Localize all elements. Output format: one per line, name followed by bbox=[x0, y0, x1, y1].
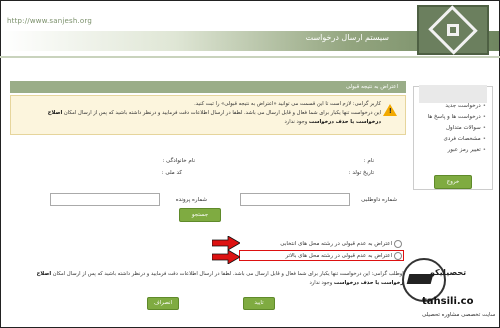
warning-text: کاربر گرامی: لازم است تا این قسمت می توا… bbox=[21, 100, 381, 127]
warning-line-1: کاربر گرامی: لازم است تا این قسمت می توا… bbox=[194, 101, 381, 107]
header-title: سیستم ارسال درخواست bbox=[305, 33, 389, 42]
bullet-icon: • bbox=[482, 103, 486, 109]
option-objection-selected[interactable]: اعتراض به عدم قبولی در رشته محل های انتخ… bbox=[240, 239, 404, 249]
bullet-icon: • bbox=[482, 136, 486, 142]
watermark-subtitle: سایت تخصصی مشاوره تحصیلی bbox=[422, 312, 496, 318]
logo-core-shape bbox=[447, 24, 459, 36]
name-label: نام : bbox=[363, 158, 374, 164]
bullet-icon: • bbox=[482, 147, 486, 153]
sidebar-item-label: تغییر رمز عبور bbox=[447, 147, 481, 153]
family-label: نام خانوادگی : bbox=[162, 158, 195, 164]
site-url: http://www.sanjesh.org bbox=[7, 17, 93, 25]
sanjesh-logo bbox=[417, 5, 489, 55]
bullet-icon: • bbox=[482, 114, 486, 120]
header-divider bbox=[0, 56, 500, 58]
highlight-box bbox=[239, 250, 404, 261]
option-label: اعتراض به عدم قبولی در رشته محل های انتخ… bbox=[280, 241, 392, 247]
exit-button[interactable]: خروج bbox=[434, 175, 472, 189]
bullet-icon: • bbox=[482, 125, 486, 131]
sidebar-item-label: سوالات متداول bbox=[446, 125, 481, 131]
birth-date-label: تاریخ تولد : bbox=[348, 170, 374, 176]
sidebar-item-profile[interactable]: •مشخصات فردی bbox=[428, 134, 486, 145]
right-arrow-icon bbox=[212, 250, 240, 264]
notice-text: داوطلب گرامی: این درخواست تنها یکبار برا… bbox=[36, 271, 406, 286]
panel-title: اعتراض به نتیجه قبولی bbox=[10, 81, 406, 93]
right-arrow-icon bbox=[212, 236, 240, 250]
watermark-site: tahsili.co bbox=[422, 296, 474, 307]
watermark: تحصیلیکو tahsili.co سایت تخصصی مشاوره تح… bbox=[402, 256, 498, 326]
sidebar-item-label: درخواست جدید bbox=[445, 103, 481, 109]
exclamation-icon: ! bbox=[388, 107, 392, 115]
national-code-label: کد ملی : bbox=[161, 170, 182, 176]
site-header: http://www.sanjesh.org سیستم ارسال درخوا… bbox=[1, 1, 499, 59]
sidebar-item-label: درخواست ها و پاسخ ها bbox=[427, 114, 481, 120]
sidebar-item-faq[interactable]: •سوالات متداول bbox=[428, 123, 486, 134]
file-number-label: شماره پرونده bbox=[175, 197, 207, 203]
confirm-button[interactable]: تایید bbox=[243, 297, 275, 310]
sidebar-item-change-password[interactable]: •تغییر رمز عبور bbox=[428, 145, 486, 156]
radio-button[interactable] bbox=[394, 240, 402, 248]
sidebar-item-new-request[interactable]: •درخواست جدید bbox=[428, 101, 486, 112]
watermark-brand: تحصیلیکو bbox=[430, 268, 467, 277]
warning-box: ! کاربر گرامی: لازم است تا این قسمت می ت… bbox=[10, 95, 406, 135]
search-button[interactable]: جستجو bbox=[179, 208, 221, 222]
sidebar-menu: •درخواست جدید •درخواست ها و پاسخ ها •سوا… bbox=[413, 85, 493, 190]
sidebar-item-requests[interactable]: •درخواست ها و پاسخ ها bbox=[428, 112, 486, 123]
volunteer-number-input[interactable] bbox=[240, 193, 350, 206]
file-number-input[interactable] bbox=[50, 193, 160, 206]
sidebar-item-label: مشخصات فردی bbox=[443, 136, 481, 142]
warning-line-2: این درخواست تنها یکبار برای شما فعال و ق… bbox=[47, 110, 381, 125]
cancel-button[interactable]: انصراف bbox=[147, 297, 179, 310]
volunteer-number-label: شماره داوطلبی bbox=[361, 197, 397, 203]
